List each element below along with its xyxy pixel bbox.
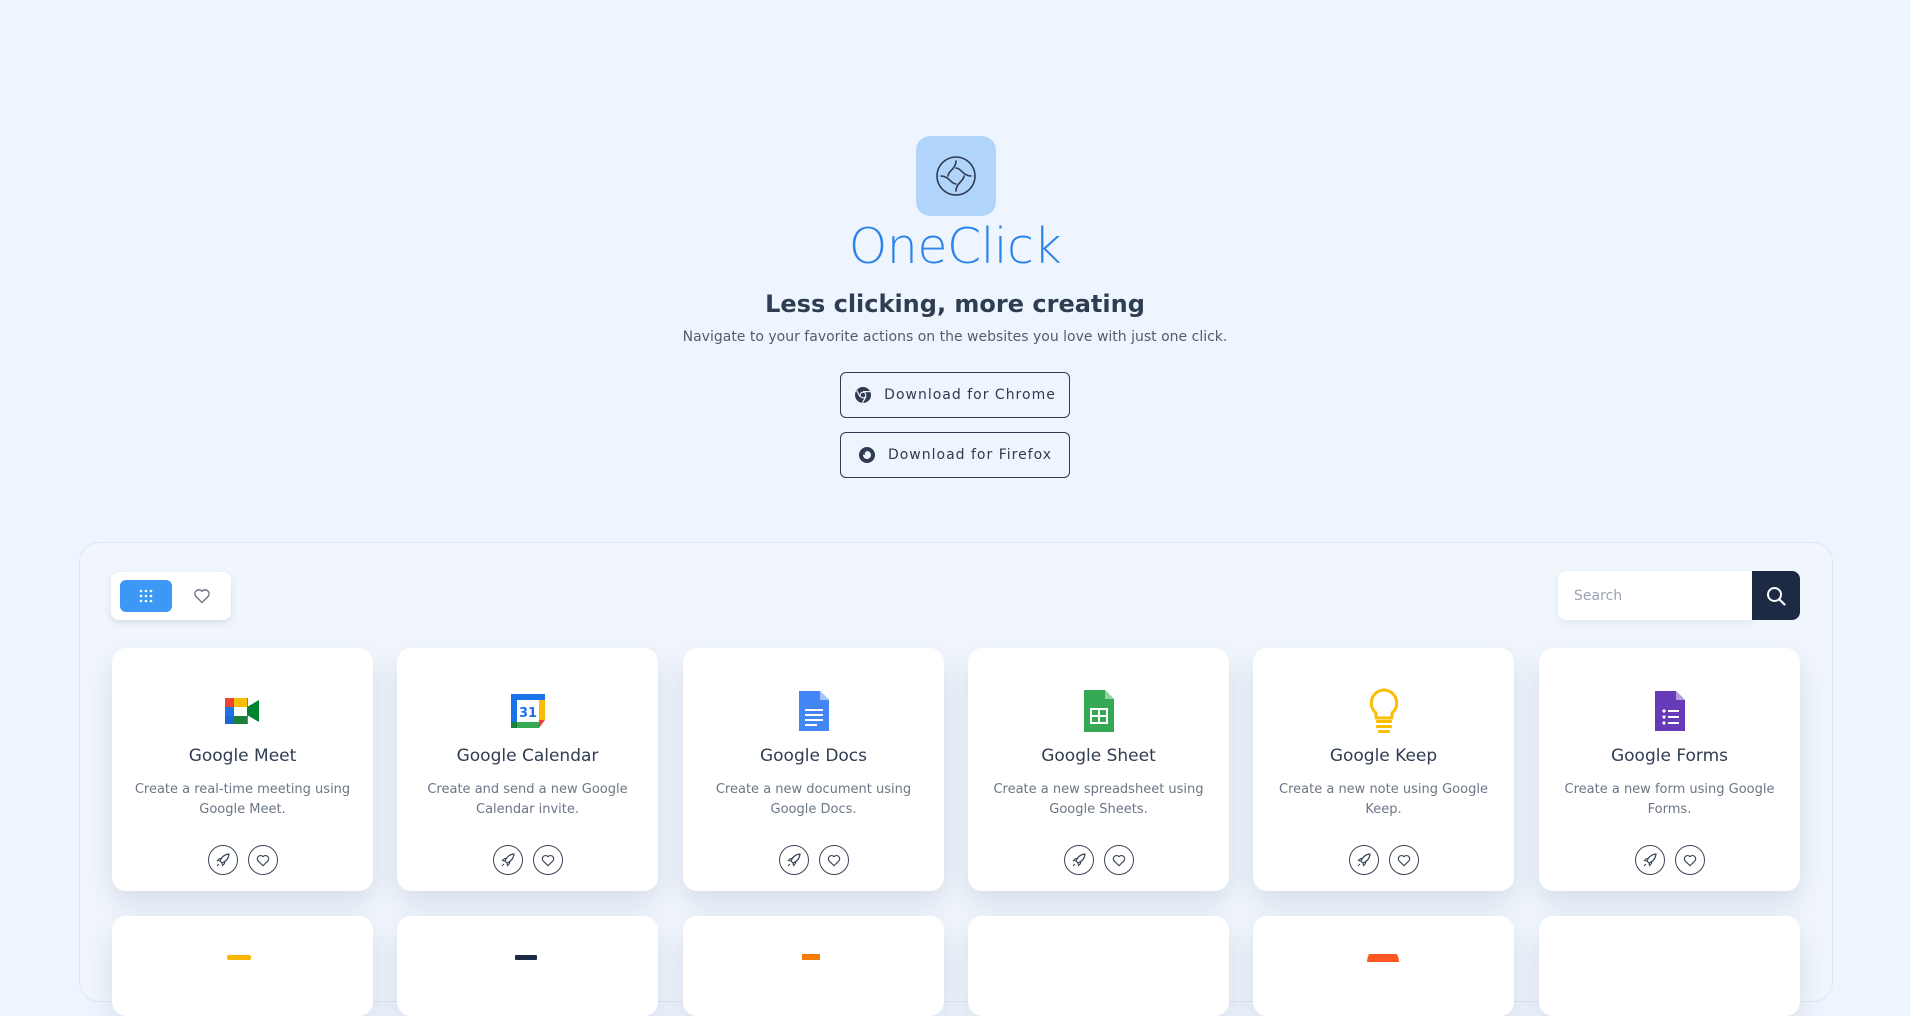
favorite-button[interactable] xyxy=(818,845,849,875)
card-row2-4 xyxy=(968,916,1229,1016)
card-description: Create a new spreadsheet using Google Sh… xyxy=(993,782,1204,817)
app-icon xyxy=(802,954,820,960)
favorite-button[interactable] xyxy=(532,845,563,875)
subtitle: Navigate to your favorite actions on the… xyxy=(682,329,1228,345)
card-google-sheet: Google Sheet Create a new spreadsheet us… xyxy=(968,648,1229,891)
heart-icon xyxy=(1397,854,1410,866)
firefox-icon xyxy=(858,447,875,463)
card-row2-3 xyxy=(683,916,944,1016)
launch-button[interactable] xyxy=(1634,845,1665,875)
google-calendar-icon: 31 xyxy=(510,694,545,728)
rocket-icon xyxy=(500,853,515,867)
card-google-meet: Google Meet Create a real-time meeting u… xyxy=(112,648,373,891)
card-title: Google Calendar xyxy=(456,746,599,766)
card-row2-6 xyxy=(1539,916,1800,1016)
card-description: Create a new note using Google Keep. xyxy=(1279,782,1488,817)
heart-icon xyxy=(256,854,269,866)
favorites-button[interactable] xyxy=(181,580,223,612)
app-icon xyxy=(515,955,537,960)
card-google-calendar: 31 Google Calendar Create and send a new… xyxy=(397,648,658,891)
card-title: Google Sheet xyxy=(1041,746,1156,766)
card-google-forms: Google Forms Create a new form using Goo… xyxy=(1539,648,1800,891)
card-title: Google Meet xyxy=(188,746,297,766)
view-all-button[interactable] xyxy=(120,580,172,612)
launch-button[interactable] xyxy=(778,845,809,875)
oneclick-logo-icon xyxy=(936,156,976,196)
chrome-icon xyxy=(855,387,872,404)
card-description: Create a new form using Google Forms. xyxy=(1564,782,1775,817)
view-toggle xyxy=(111,572,231,620)
google-forms-icon xyxy=(1654,691,1685,731)
launch-button[interactable] xyxy=(207,845,238,875)
favorite-button[interactable] xyxy=(1103,845,1134,875)
heart-icon xyxy=(541,854,554,866)
card-description: Create a new document using Google Docs. xyxy=(715,782,912,817)
card-row2-2 xyxy=(397,916,658,1016)
rocket-icon xyxy=(786,853,801,867)
launch-button[interactable] xyxy=(1063,845,1094,875)
svg-text:31: 31 xyxy=(518,706,536,721)
favorite-button[interactable] xyxy=(247,845,278,875)
rocket-icon xyxy=(215,853,230,867)
rocket-icon xyxy=(1071,853,1086,867)
card-description: Create and send a new Google Calendar in… xyxy=(427,782,628,817)
google-meet-icon xyxy=(224,698,259,724)
download-chrome-label: Download for Chrome xyxy=(884,387,1056,403)
heart-icon xyxy=(827,854,840,866)
card-description: Create a real-time meeting using Google … xyxy=(134,782,351,817)
card-title: Google Keep xyxy=(1329,746,1438,766)
search-input[interactable] xyxy=(1558,571,1752,620)
card-google-keep: Google Keep Create a new note using Goog… xyxy=(1253,648,1514,891)
heart-icon xyxy=(1112,854,1125,866)
download-chrome-button[interactable]: Download for Chrome xyxy=(840,372,1070,418)
card-row2-1 xyxy=(112,916,373,1016)
google-sheets-icon xyxy=(1083,690,1114,732)
google-docs-icon xyxy=(798,691,829,731)
download-firefox-label: Download for Firefox xyxy=(887,447,1053,463)
rocket-icon xyxy=(1356,853,1371,867)
favorite-button[interactable] xyxy=(1674,845,1705,875)
heart-icon xyxy=(194,589,210,604)
app-icon xyxy=(1367,954,1399,962)
tagline: Less clicking, more creating xyxy=(765,290,1145,318)
card-title: Google Forms xyxy=(1610,746,1729,766)
google-keep-icon xyxy=(1369,688,1398,733)
launch-button[interactable] xyxy=(1348,845,1379,875)
heart-icon xyxy=(1683,854,1696,866)
card-row2-5 xyxy=(1253,916,1514,1016)
favorite-button[interactable] xyxy=(1388,845,1419,875)
download-firefox-button[interactable]: Download for Firefox xyxy=(840,432,1070,478)
grid-icon xyxy=(139,589,153,603)
card-title: Google Docs xyxy=(759,746,868,766)
search-icon xyxy=(1767,586,1786,606)
card-google-docs: Google Docs Create a new document using … xyxy=(683,648,944,891)
app-icon xyxy=(227,955,251,960)
launch-button[interactable] xyxy=(492,845,523,875)
search-button[interactable] xyxy=(1752,571,1800,620)
app-logo xyxy=(916,136,996,216)
rocket-icon xyxy=(1642,853,1657,867)
app-title: OneClick xyxy=(848,218,1062,275)
